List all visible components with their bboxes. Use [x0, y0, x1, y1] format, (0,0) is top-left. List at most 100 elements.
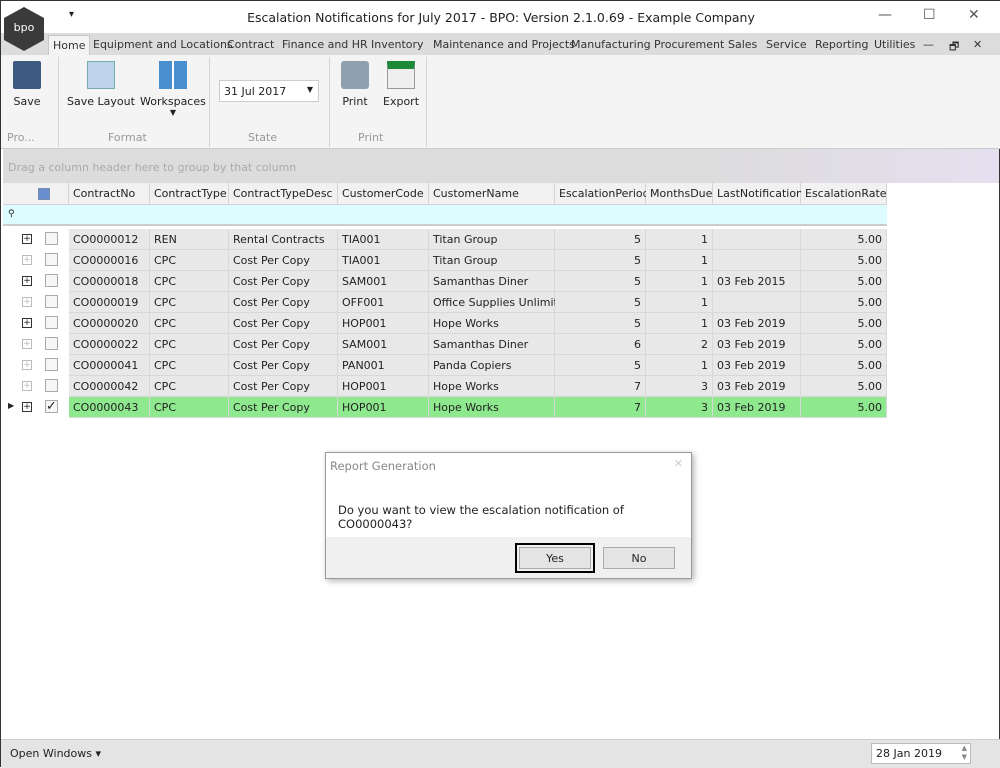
cell-escalationrate[interactable]: 5.00 — [801, 250, 887, 271]
cell-customercode[interactable]: OFF001 — [338, 292, 429, 313]
cell-contracttype[interactable]: CPC — [150, 313, 229, 334]
cell-contractno[interactable]: CO0000041 — [69, 355, 150, 376]
cell-contracttypedesc[interactable]: Cost Per Copy — [229, 271, 338, 292]
cell-monthsdue[interactable]: 2 — [646, 334, 713, 355]
state-date-dropdown[interactable]: 31 Jul 2017 ▼ — [219, 80, 319, 102]
date-spinner[interactable]: 28 Jan 2019 ▲ ▼ — [871, 743, 971, 764]
expand-row-icon[interactable]: + — [22, 297, 32, 307]
expand-row-icon[interactable]: + — [22, 381, 32, 391]
export-button[interactable]: Export — [383, 61, 419, 108]
dialog-close-icon[interactable]: ✕ — [674, 457, 683, 470]
cell-contracttype[interactable]: CPC — [150, 334, 229, 355]
cell-contracttype[interactable]: REN — [150, 229, 229, 250]
yes-button[interactable]: Yes — [515, 543, 595, 573]
cell-lastnotification[interactable]: 03 Feb 2019 — [713, 334, 801, 355]
cell-contracttypedesc[interactable]: Cost Per Copy — [229, 397, 338, 418]
row-checkbox[interactable]: ✓ — [45, 400, 58, 413]
cell-escalationrate[interactable]: 5.00 — [801, 334, 887, 355]
cell-customername[interactable]: Samanthas Diner — [429, 334, 555, 355]
cell-escalationperiod[interactable]: 5 — [555, 229, 646, 250]
expand-row-icon[interactable]: + — [22, 255, 32, 265]
cell-customername[interactable]: Hope Works — [429, 376, 555, 397]
spinner-arrows-icon[interactable]: ▲ ▼ — [962, 744, 967, 762]
cell-customername[interactable]: Panda Copiers — [429, 355, 555, 376]
cell-lastnotification[interactable]: 03 Feb 2019 — [713, 397, 801, 418]
cell-monthsdue[interactable]: 1 — [646, 355, 713, 376]
cell-escalationperiod[interactable]: 5 — [555, 250, 646, 271]
cell-monthsdue[interactable]: 1 — [646, 292, 713, 313]
cell-contractno[interactable]: CO0000018 — [69, 271, 150, 292]
cell-lastnotification[interactable]: 03 Feb 2015 — [713, 271, 801, 292]
row-checkbox[interactable] — [45, 316, 58, 329]
cell-customername[interactable]: Titan Group — [429, 229, 555, 250]
tab-service[interactable]: Service — [766, 38, 807, 51]
tab-finance-and-hr[interactable]: Finance and HR — [282, 38, 368, 51]
tab-utilities[interactable]: Utilities — [874, 38, 915, 51]
expand-row-icon[interactable]: + — [22, 276, 32, 286]
cell-escalationrate[interactable]: 5.00 — [801, 292, 887, 313]
tab-equipment-and-locations[interactable]: Equipment and Locations — [93, 38, 233, 51]
cell-monthsdue[interactable]: 1 — [646, 313, 713, 334]
cell-monthsdue[interactable]: 3 — [646, 376, 713, 397]
table-row[interactable]: + CO0000018 CPC Cost Per Copy SAM001 Samantha… — [3, 271, 887, 292]
maximize-button[interactable]: ☐ — [923, 7, 936, 23]
cell-customername[interactable]: Hope Works — [429, 397, 555, 418]
cell-contracttypedesc[interactable]: Cost Per Copy — [229, 334, 338, 355]
table-row[interactable]: + CO0000012 REN Rental Contracts TIA001 Titan… — [3, 229, 887, 250]
save-layout-button[interactable]: Save Layout — [67, 61, 135, 108]
cell-lastnotification[interactable]: 03 Feb 2019 — [713, 355, 801, 376]
cell-customername[interactable]: Hope Works — [429, 313, 555, 334]
filter-row[interactable]: ⚲ — [3, 205, 887, 226]
cell-contractno[interactable]: CO0000012 — [69, 229, 150, 250]
column-header-monthsdue[interactable]: MonthsDue — [646, 183, 713, 205]
cell-escalationperiod[interactable]: 7 — [555, 397, 646, 418]
column-header-contracttypedesc[interactable]: ContractTypeDesc — [229, 183, 338, 205]
cell-customername[interactable]: Titan Group — [429, 250, 555, 271]
tab-sales[interactable]: Sales — [728, 38, 757, 51]
table-row[interactable]: + CO0000016 CPC Cost Per Copy TIA001 Titan Gr… — [3, 250, 887, 271]
cell-contracttype[interactable]: CPC — [150, 250, 229, 271]
cell-contracttypedesc[interactable]: Cost Per Copy — [229, 250, 338, 271]
column-header-customername[interactable]: CustomerName — [429, 183, 555, 205]
save-button[interactable]: Save — [13, 61, 41, 108]
table-row[interactable]: + CO0000022 CPC Cost Per Copy SAM001 Samantha… — [3, 334, 887, 355]
cell-contracttypedesc[interactable]: Cost Per Copy — [229, 355, 338, 376]
row-checkbox[interactable] — [45, 253, 58, 266]
cell-contracttypedesc[interactable]: Rental Contracts — [229, 229, 338, 250]
cell-escalationrate[interactable]: 5.00 — [801, 313, 887, 334]
cell-lastnotification[interactable] — [713, 292, 801, 313]
tab-reporting[interactable]: Reporting — [815, 38, 868, 51]
cell-escalationperiod[interactable]: 5 — [555, 313, 646, 334]
table-row[interactable]: + CO0000019 CPC Cost Per Copy OFF001 Office S… — [3, 292, 887, 313]
cell-contracttype[interactable]: CPC — [150, 355, 229, 376]
column-header-escalationperiod[interactable]: EscalationPeriod — [555, 183, 650, 205]
row-checkbox[interactable] — [45, 337, 58, 350]
cell-escalationrate[interactable]: 5.00 — [801, 376, 887, 397]
column-header-lastnotification[interactable]: LastNotification — [713, 183, 803, 205]
cell-customercode[interactable]: PAN001 — [338, 355, 429, 376]
row-checkbox[interactable] — [45, 274, 58, 287]
cell-customercode[interactable]: TIA001 — [338, 250, 429, 271]
group-by-panel[interactable]: Drag a column header here to group by th… — [3, 149, 999, 183]
cell-escalationperiod[interactable]: 6 — [555, 334, 646, 355]
tab-procurement[interactable]: Procurement — [654, 38, 724, 51]
cell-contracttype[interactable]: CPC — [150, 292, 229, 313]
table-row[interactable]: ▶ + ✓ CO0000043 CPC Cost Per Copy HOP001 Hope W… — [3, 397, 887, 418]
cell-contracttype[interactable]: CPC — [150, 271, 229, 292]
cell-customercode[interactable]: HOP001 — [338, 376, 429, 397]
cell-customercode[interactable]: TIA001 — [338, 229, 429, 250]
cell-contractno[interactable]: CO0000042 — [69, 376, 150, 397]
cell-lastnotification[interactable] — [713, 229, 801, 250]
mdi-minimize-button[interactable]: — — [923, 38, 934, 51]
table-row[interactable]: + CO0000042 CPC Cost Per Copy HOP001 Hope Wor… — [3, 376, 887, 397]
cell-lastnotification[interactable]: 03 Feb 2019 — [713, 313, 801, 334]
cell-escalationperiod[interactable]: 5 — [555, 292, 646, 313]
column-header-contracttype[interactable]: ContractType — [150, 183, 229, 205]
row-checkbox[interactable] — [45, 295, 58, 308]
mdi-close-button[interactable]: ✕ — [973, 38, 982, 51]
row-checkbox[interactable] — [45, 232, 58, 245]
expand-row-icon[interactable]: + — [22, 234, 32, 244]
cell-contractno[interactable]: CO0000043 — [69, 397, 150, 418]
tab-home[interactable]: Home — [48, 35, 91, 55]
row-checkbox[interactable] — [45, 358, 58, 371]
